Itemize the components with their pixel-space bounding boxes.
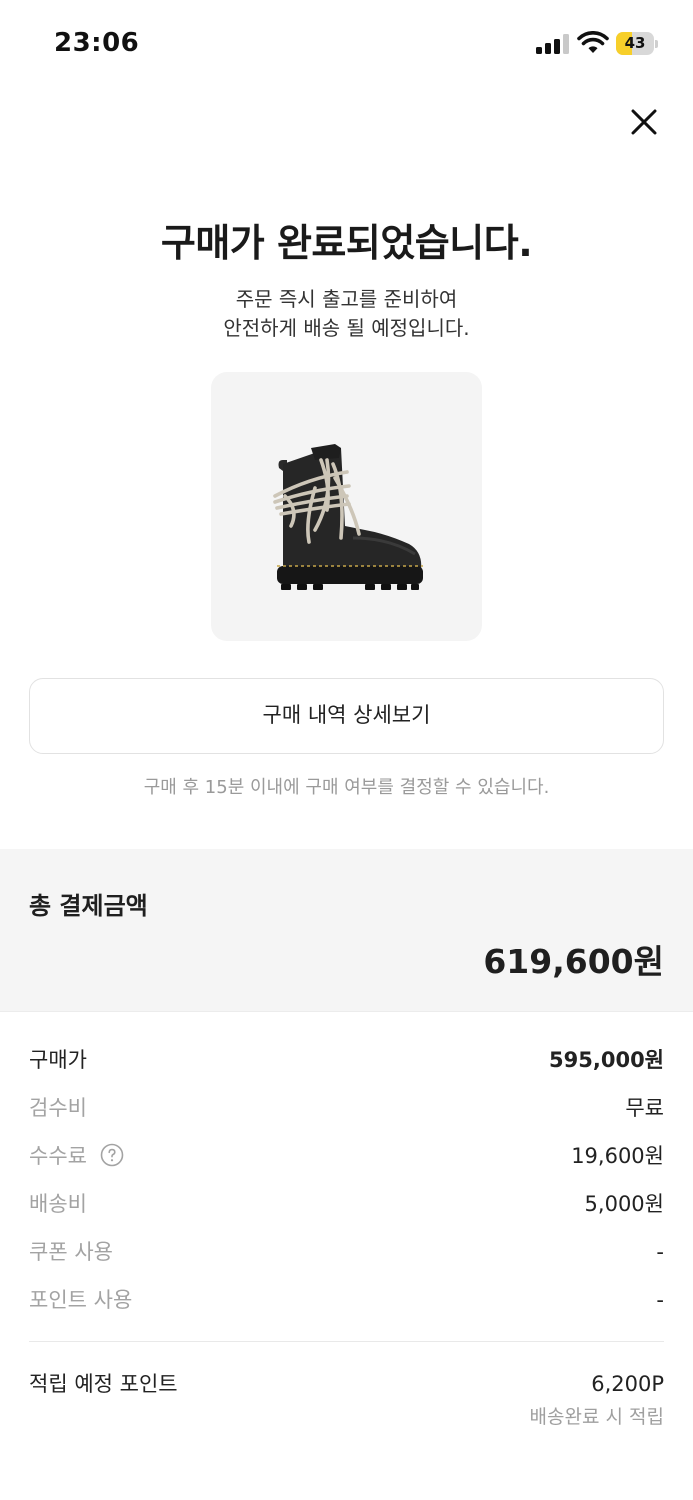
purchase-detail-button[interactable]: 구매 내역 상세보기 [29, 678, 664, 754]
row-points-used: 포인트 사용 - [29, 1285, 664, 1319]
page-title: 구매가 완료되었습니다. [160, 221, 533, 265]
row-label: 검수비 [29, 1096, 87, 1120]
close-icon [631, 109, 657, 135]
row-value: - [656, 1288, 664, 1312]
row-label: 구매가 [29, 1048, 87, 1072]
boot-image [273, 444, 423, 590]
purchase-complete-screen: 23:06 43 구매가 완료되었습니다. 주문 즉시 출고를 준비하여 안전하… [0, 0, 693, 1500]
row-shipping-fee: 배송비 5,000원 [29, 1189, 664, 1223]
row-label: 포인트 사용 [29, 1288, 133, 1312]
row-coupon: 쿠폰 사용 - [29, 1237, 664, 1271]
row-value: 595,000원 [549, 1048, 664, 1072]
points-value: 6,200P [591, 1372, 664, 1396]
row-commission: 수수료 19,600원 [29, 1141, 664, 1175]
decision-notice: 구매 후 15분 이내에 구매 여부를 결정할 수 있습니다. [143, 777, 550, 798]
row-label: 수수료 [29, 1144, 87, 1168]
row-value: 5,000원 [584, 1192, 664, 1216]
row-points-earned: 적립 예정 포인트 6,200P [29, 1369, 664, 1403]
signal-icon [536, 34, 569, 54]
row-label: 쿠폰 사용 [29, 1240, 113, 1264]
total-payment-section: 총 결제금액 619,600원 [0, 849, 693, 1012]
status-bar: 23:06 43 [0, 0, 693, 88]
subtitle-line-2: 안전하게 배송 될 예정입니다. [223, 316, 470, 340]
subtitle-line-1: 주문 즉시 출고를 준비하여 [235, 287, 458, 311]
points-label: 적립 예정 포인트 [29, 1372, 178, 1396]
total-value: 619,600원 [483, 942, 664, 981]
battery-level: 43 [624, 34, 646, 52]
points-note: 배송완료 시 적립 [529, 1406, 664, 1428]
battery-icon: 43 [616, 32, 658, 55]
row-inspection-fee: 검수비 무료 [29, 1093, 664, 1127]
row-purchase-price: 구매가 595,000원 [29, 1045, 664, 1079]
row-label-wrap: 수수료 [29, 1141, 124, 1171]
status-time: 23:06 [54, 28, 140, 58]
question-circle-icon[interactable] [100, 1143, 124, 1167]
row-value: 무료 [625, 1096, 664, 1120]
row-value: - [656, 1240, 664, 1264]
wifi-icon [577, 31, 609, 53]
product-card [211, 372, 482, 641]
close-button[interactable] [624, 102, 664, 142]
row-label: 배송비 [29, 1192, 87, 1216]
row-value: 19,600원 [571, 1144, 664, 1168]
divider [29, 1341, 664, 1342]
total-label: 총 결제금액 [29, 892, 148, 920]
